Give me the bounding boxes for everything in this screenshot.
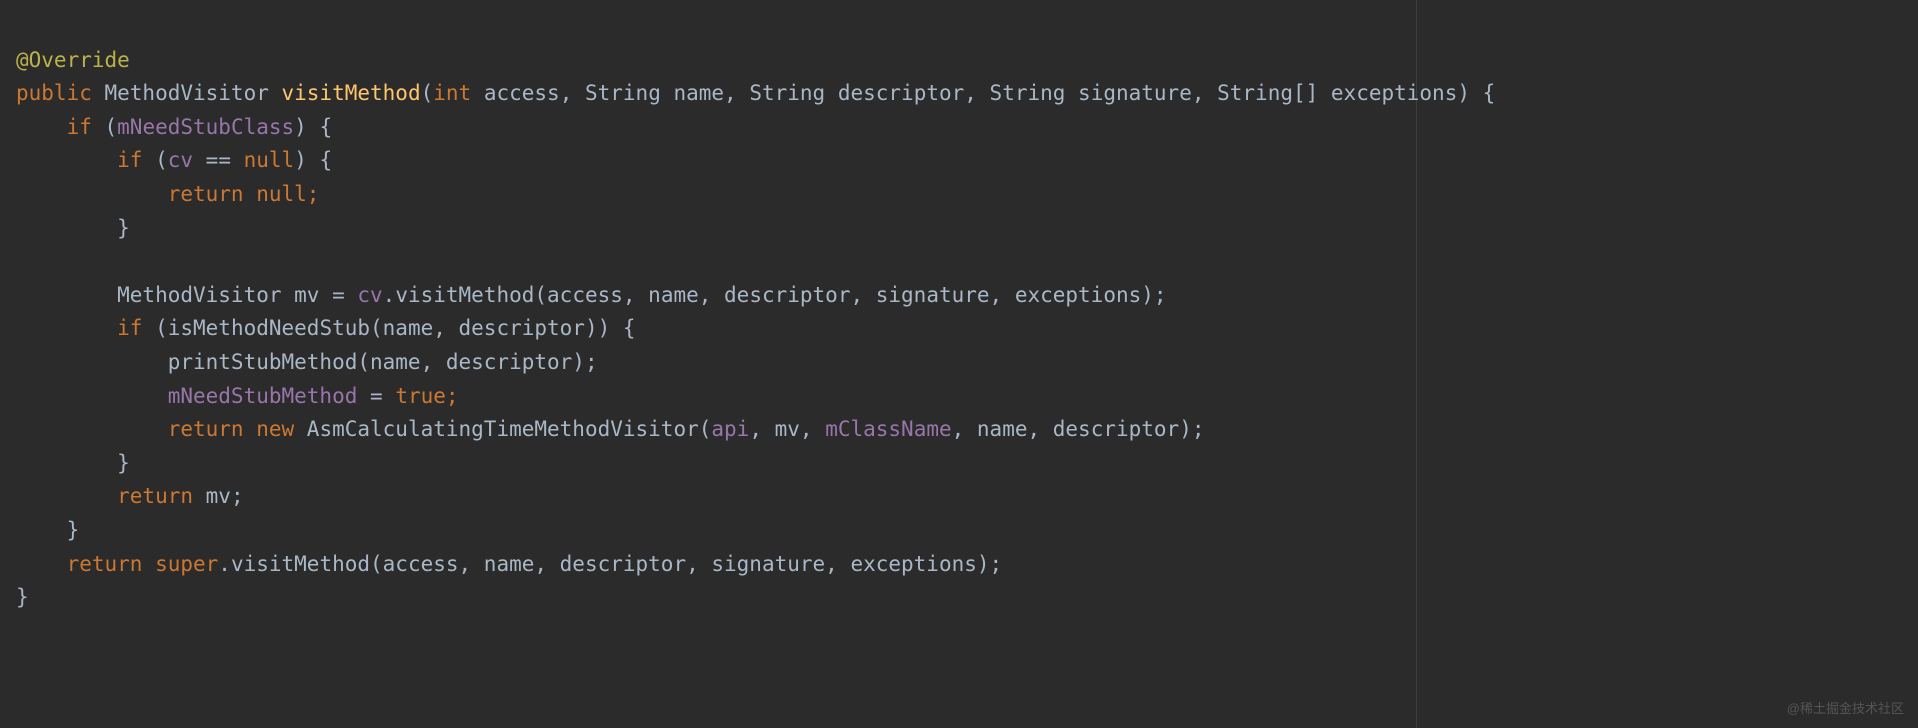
condition: (isMethodNeedStub(name, descriptor)) { xyxy=(142,316,635,340)
field-api: api xyxy=(711,417,749,441)
constructor-call: AsmCalculatingTimeMethodVisitor( xyxy=(294,417,711,441)
keyword-return: return xyxy=(16,552,155,576)
keyword-return: return xyxy=(16,484,193,508)
keyword-if: if xyxy=(16,316,142,340)
keyword-super: super xyxy=(155,552,218,576)
brace: } xyxy=(16,451,130,475)
field-classname: mClassName xyxy=(825,417,951,441)
annotation: @Override xyxy=(16,48,130,72)
brace: } xyxy=(16,518,79,542)
semicolon: ; xyxy=(446,384,459,408)
keyword-int: int xyxy=(433,81,471,105)
return-type: MethodVisitor xyxy=(92,81,282,105)
keyword-return-new: return new xyxy=(16,417,294,441)
field-ref: mNeedStubMethod xyxy=(168,384,358,408)
indent xyxy=(16,384,168,408)
code-editor-content[interactable]: @Override public MethodVisitor visitMeth… xyxy=(16,10,1902,648)
args: , name, descriptor); xyxy=(952,417,1205,441)
params: access, String name, String descriptor, … xyxy=(471,81,1495,105)
keyword-if: if xyxy=(16,148,142,172)
paren: ( xyxy=(142,148,167,172)
paren: ( xyxy=(421,81,434,105)
true-literal: true xyxy=(395,384,446,408)
field-cv: cv xyxy=(357,283,382,307)
brace: } xyxy=(16,585,29,609)
null-literal: null xyxy=(256,182,307,206)
keyword-return: return xyxy=(16,182,256,206)
keyword-if: if xyxy=(16,115,92,139)
paren: ( xyxy=(92,115,117,139)
paren-close: ) { xyxy=(294,148,332,172)
brace: } xyxy=(16,216,130,240)
paren-close: ) { xyxy=(294,115,332,139)
keyword-public: public xyxy=(16,81,92,105)
args: , mv, xyxy=(749,417,825,441)
var-decl: MethodVisitor mv = xyxy=(16,283,357,307)
watermark: @稀土掘金技术社区 xyxy=(1787,699,1904,720)
semicolon: ; xyxy=(307,182,320,206)
null-literal: null xyxy=(244,148,295,172)
method-call: .visitMethod(access, name, descriptor, s… xyxy=(383,283,1167,307)
method-name: visitMethod xyxy=(282,81,421,105)
operator: = xyxy=(357,384,395,408)
field-cv: cv xyxy=(168,148,193,172)
method-call: printStubMethod(name, descriptor); xyxy=(16,350,598,374)
return-val: mv; xyxy=(193,484,244,508)
code-block: @Override public MethodVisitor visitMeth… xyxy=(16,44,1902,615)
field-ref: mNeedStubClass xyxy=(117,115,294,139)
super-call: .visitMethod(access, name, descriptor, s… xyxy=(218,552,1002,576)
operator: == xyxy=(193,148,244,172)
